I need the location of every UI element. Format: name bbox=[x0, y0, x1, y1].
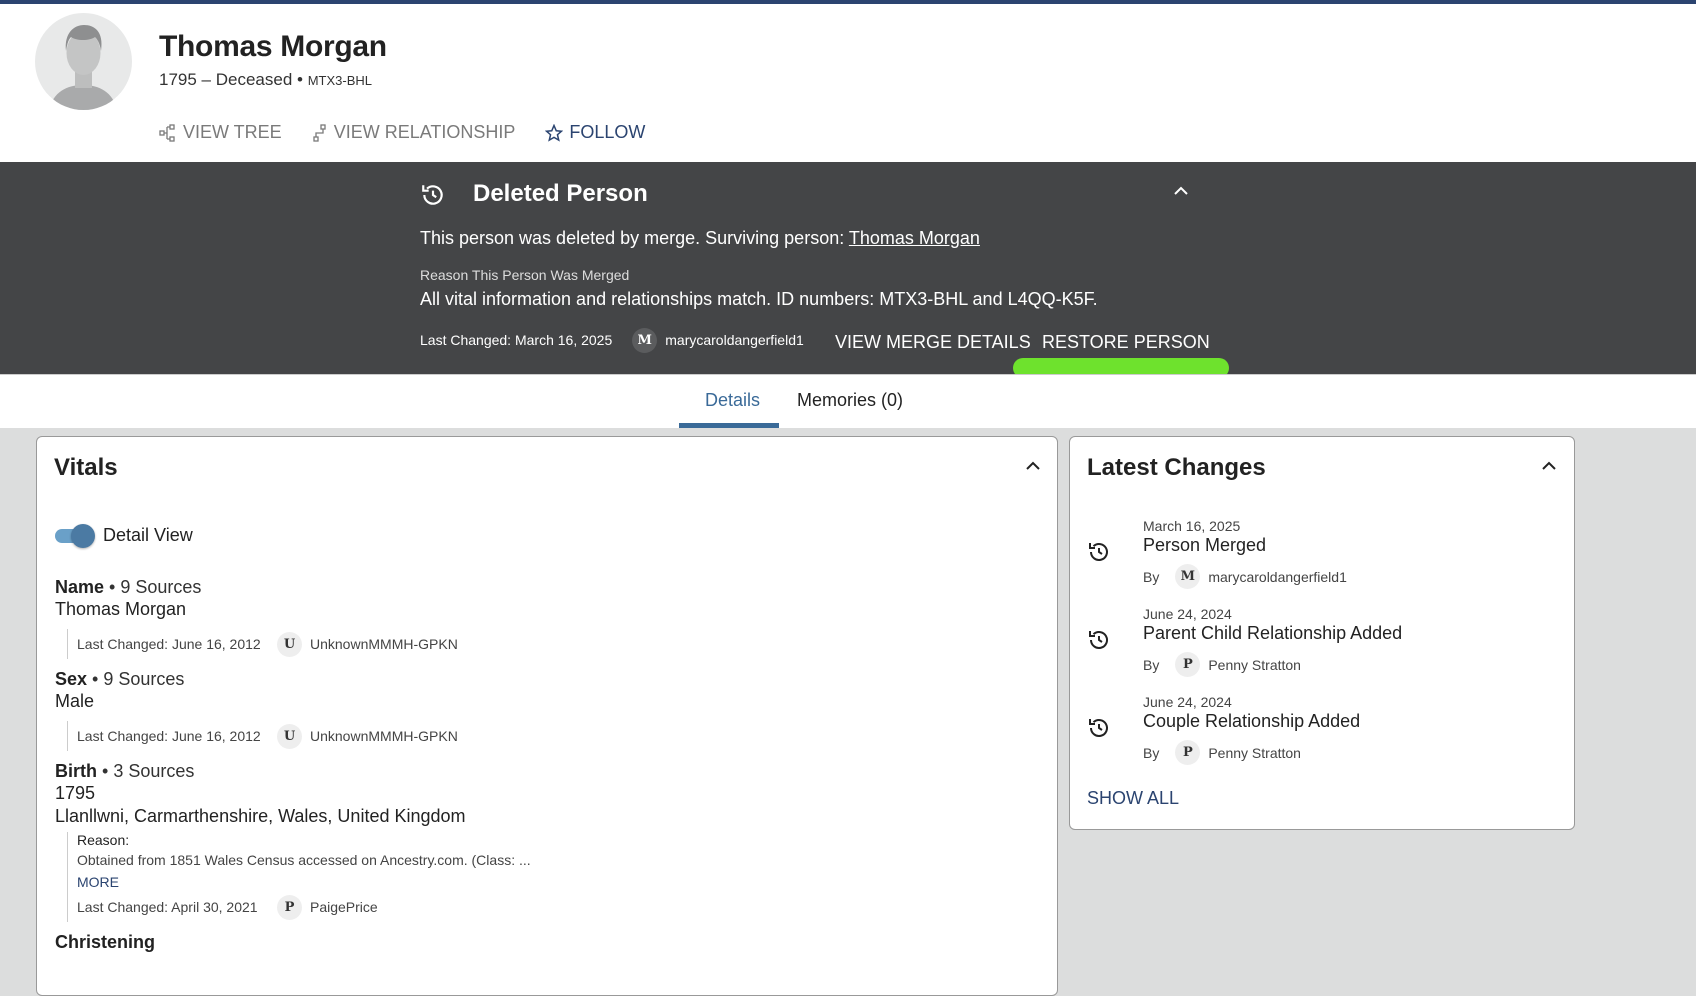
last-changed: Last Changed: April 30, 2021 bbox=[77, 899, 258, 915]
show-all-button[interactable]: SHOW ALL bbox=[1087, 788, 1179, 809]
person-actions: VIEW TREE VIEW RELATIONSHIP FOLLOW bbox=[159, 122, 645, 143]
sources-count: 9 Sources bbox=[120, 577, 202, 597]
vital-birth[interactable]: Birth • 3 Sources 1795 Llanllwni, Carmar… bbox=[55, 761, 1035, 922]
reason-text: All vital information and relationships … bbox=[420, 289, 1098, 309]
vital-value: Thomas Morgan bbox=[55, 599, 187, 619]
latest-changes-card: Latest Changes March 16, 2025 Person Mer… bbox=[1069, 436, 1575, 830]
reason-label: Reason This Person Was Merged bbox=[420, 267, 630, 283]
view-merge-details-button[interactable]: VIEW MERGE DETAILS bbox=[835, 332, 1031, 353]
lifespan: 1795 – Deceased bbox=[159, 70, 293, 89]
vital-label: Christening bbox=[55, 932, 156, 952]
surviving-person-link[interactable]: Thomas Morgan bbox=[849, 228, 980, 248]
user-name[interactable]: Penny Stratton bbox=[1208, 657, 1301, 673]
toggle-label: Detail View bbox=[103, 525, 193, 545]
by-label: By bbox=[1143, 568, 1160, 585]
change-date: June 24, 2024 bbox=[1143, 606, 1232, 622]
history-icon bbox=[1089, 719, 1108, 737]
user-avatar: P bbox=[1175, 740, 1201, 765]
follow-label: FOLLOW bbox=[569, 122, 646, 142]
tab-bar: Details Memories (0) bbox=[0, 374, 1696, 428]
user-name[interactable]: UnknownMMMH-GPKN bbox=[310, 728, 458, 744]
avatar bbox=[35, 13, 132, 110]
vital-label: Name bbox=[55, 577, 105, 597]
person-name: Thomas Morgan bbox=[159, 30, 387, 63]
history-icon bbox=[1089, 631, 1108, 649]
active-tab-indicator bbox=[679, 423, 779, 428]
vital-label: Birth bbox=[55, 761, 97, 781]
vital-sex[interactable]: Sex • 9 Sources Male Last Changed: June … bbox=[55, 669, 1035, 751]
vitals-card: Vitals Detail View Name • 9 Sources Thom… bbox=[36, 436, 1058, 996]
reason-text: Obtained from 1851 Wales Census accessed… bbox=[77, 852, 531, 868]
sources-count: 3 Sources bbox=[113, 761, 195, 781]
banner-last-changed: Last Changed: March 16, 2025 Mmarycarolda… bbox=[420, 327, 804, 353]
vital-christening[interactable]: Christening bbox=[55, 932, 1035, 953]
change-item[interactable]: June 24, 2024 Couple Relationship Added … bbox=[1087, 694, 1557, 765]
change-date: June 24, 2024 bbox=[1143, 694, 1232, 710]
user-avatar: P bbox=[1175, 652, 1201, 677]
birth-place: Llanllwni, Carmarthenshire, Wales, Unite… bbox=[55, 806, 466, 826]
change-item[interactable]: March 16, 2025 Person Merged By Mmarycaro… bbox=[1087, 518, 1557, 589]
tree-icon bbox=[159, 123, 175, 142]
banner-title: Deleted Person bbox=[473, 180, 648, 207]
person-header: Thomas Morgan 1795 – Deceased • MTX3-BHL… bbox=[0, 4, 1696, 162]
deleted-person-banner: Deleted Person This person was deleted b… bbox=[0, 162, 1696, 378]
follow-button[interactable]: FOLLOW bbox=[545, 122, 645, 143]
chevron-up-icon[interactable] bbox=[1024, 459, 1042, 471]
user-name[interactable]: Penny Stratton bbox=[1208, 745, 1301, 761]
history-icon bbox=[422, 185, 443, 205]
by-label: By bbox=[1143, 744, 1160, 761]
change-title[interactable]: Person Merged bbox=[1143, 535, 1557, 556]
last-changed: Last Changed: June 16, 2012 bbox=[77, 636, 261, 652]
last-changed: Last Changed: June 16, 2012 bbox=[77, 728, 261, 744]
change-item[interactable]: June 24, 2024 Parent Child Relationship … bbox=[1087, 606, 1557, 677]
history-icon bbox=[1089, 543, 1108, 561]
person-subtitle: 1795 – Deceased • MTX3-BHL bbox=[159, 70, 372, 90]
chevron-up-icon[interactable] bbox=[1540, 459, 1558, 471]
toggle-switch[interactable] bbox=[55, 523, 95, 548]
person-id: MTX3-BHL bbox=[307, 73, 372, 88]
view-relationship-button[interactable]: VIEW RELATIONSHIP bbox=[312, 122, 516, 143]
user-avatar: U bbox=[277, 631, 302, 657]
vitals-list: Name • 9 Sources Thomas Morgan Last Chan… bbox=[55, 577, 1035, 963]
latest-changes-title: Latest Changes bbox=[1087, 454, 1266, 481]
user-name[interactable]: marycaroldangerfield1 bbox=[665, 332, 804, 348]
vital-name[interactable]: Name • 9 Sources Thomas Morgan Last Chan… bbox=[55, 577, 1035, 659]
user-name[interactable]: UnknownMMMH-GPKN bbox=[310, 636, 458, 652]
user-name[interactable]: marycaroldangerfield1 bbox=[1208, 569, 1347, 585]
by-label: By bbox=[1143, 656, 1160, 673]
star-icon bbox=[545, 123, 564, 142]
reason-label: Reason: bbox=[77, 832, 130, 848]
view-tree-button[interactable]: VIEW TREE bbox=[159, 122, 282, 143]
view-relationship-label: VIEW RELATIONSHIP bbox=[333, 122, 516, 142]
detail-view-toggle[interactable]: Detail View bbox=[55, 523, 193, 548]
tab-details[interactable]: Details bbox=[705, 390, 760, 411]
sources-count: 9 Sources bbox=[103, 669, 185, 689]
user-name[interactable]: PaigePrice bbox=[310, 899, 378, 915]
change-title[interactable]: Couple Relationship Added bbox=[1143, 711, 1557, 732]
birth-date: 1795 bbox=[55, 783, 96, 803]
relationship-icon bbox=[313, 123, 326, 142]
tab-memories[interactable]: Memories (0) bbox=[797, 390, 903, 411]
change-title[interactable]: Parent Child Relationship Added bbox=[1143, 623, 1557, 644]
vital-value: Male bbox=[55, 691, 95, 711]
last-changed-text: Last Changed: March 16, 2025 bbox=[420, 332, 613, 348]
user-avatar: M bbox=[632, 327, 658, 353]
merge-message-text: This person was deleted by merge. Surviv… bbox=[420, 228, 849, 248]
restore-person-button[interactable]: RESTORE PERSON bbox=[1042, 332, 1210, 353]
vitals-title: Vitals bbox=[54, 454, 118, 481]
change-date: March 16, 2025 bbox=[1143, 518, 1241, 534]
vital-label: Sex bbox=[55, 669, 88, 689]
user-avatar: P bbox=[277, 894, 302, 920]
merge-message: This person was deleted by merge. Surviv… bbox=[420, 228, 980, 249]
more-link[interactable]: MORE bbox=[77, 874, 1035, 890]
chevron-up-icon[interactable] bbox=[1172, 184, 1190, 196]
view-tree-label: VIEW TREE bbox=[183, 122, 282, 142]
separator: • bbox=[292, 70, 308, 89]
user-avatar: U bbox=[277, 723, 302, 749]
user-avatar: M bbox=[1175, 564, 1201, 589]
